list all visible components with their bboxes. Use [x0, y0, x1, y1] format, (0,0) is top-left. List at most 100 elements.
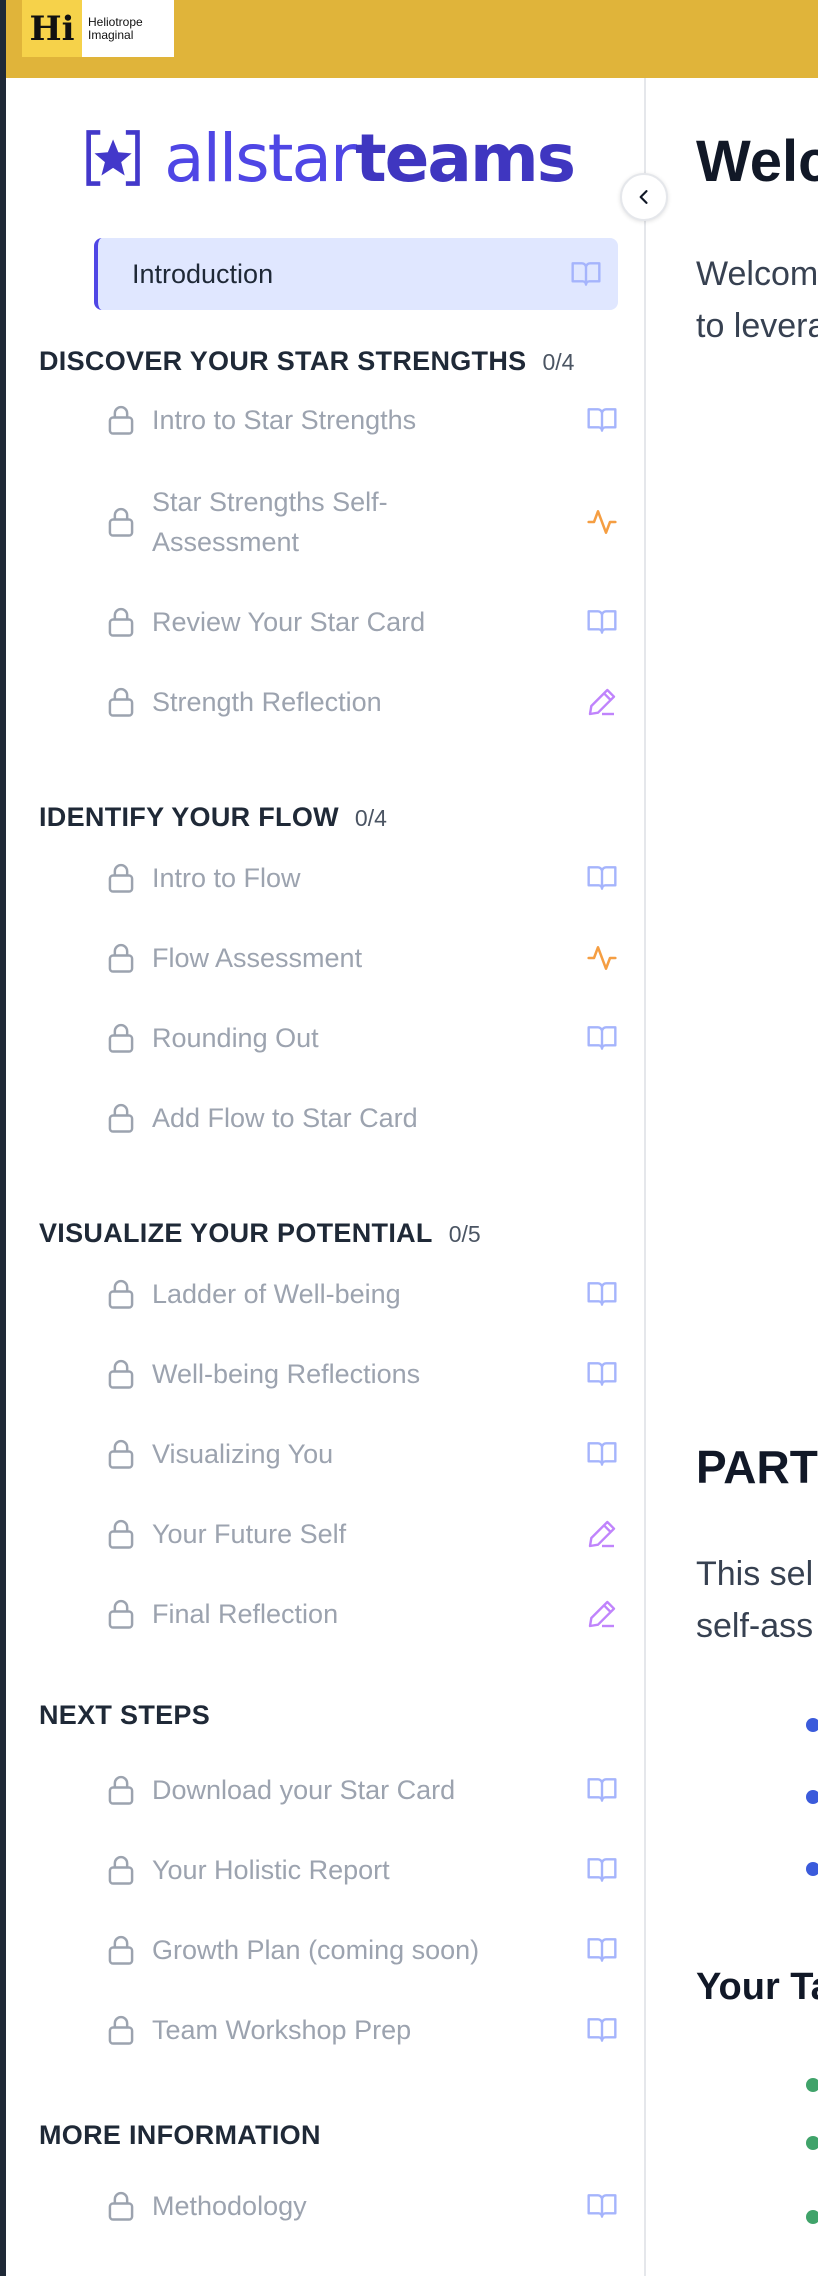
collapse-sidebar-button[interactable] — [620, 173, 668, 221]
book-icon — [587, 866, 617, 890]
sidebar-item-main: Growth Plan (coming soon) — [106, 1930, 479, 1970]
sidebar-item-your-holistic-report[interactable]: Your Holistic Report — [106, 1842, 618, 1898]
hi-logo-text: Heliotrope Imaginal — [82, 14, 143, 42]
lock-icon — [108, 1023, 134, 1053]
top-bar: Hi Heliotrope Imaginal — [6, 0, 818, 78]
sidebar-item-label: Download your Star Card — [152, 1775, 456, 1805]
sidebar-item-methodology[interactable]: Methodology — [106, 2178, 618, 2234]
sidebar-item-star-strengths-self-assessment[interactable]: Star Strengths Self- Assessment — [106, 478, 618, 566]
label-line-2: Assessment — [152, 527, 300, 557]
book-icon — [587, 1362, 617, 1386]
section-title: IDENTIFY YOUR FLOW — [39, 802, 339, 832]
brand-bold: teams — [355, 119, 576, 197]
allstarteams-logo: allstarteams — [84, 108, 576, 208]
section-heading: MORE INFORMATION — [39, 2120, 321, 2151]
sidebar-item-label: Team Workshop Prep — [152, 2015, 412, 2045]
hi-logo-line1: Heliotrope — [88, 14, 143, 29]
sidebar-item-label: Your Future Self — [152, 1519, 347, 1549]
pencil-icon — [588, 1600, 616, 1628]
section-title: VISUALIZE YOUR POTENTIAL — [39, 1218, 433, 1248]
sidebar-item-visualizing-you[interactable]: Visualizing You — [106, 1426, 618, 1482]
part-paragraph: This sel self-ass — [696, 1548, 813, 1652]
brand-light: allstar — [164, 119, 357, 197]
sidebar-item-main: Intro to Flow — [106, 858, 301, 898]
lock-icon — [108, 1775, 134, 1805]
sidebar-item-main: Intro to Star Strengths — [106, 400, 416, 440]
sidebar-item-review-your-star-card[interactable]: Review Your Star Card — [106, 594, 618, 650]
sidebar-item-rounding-out[interactable]: Rounding Out — [106, 1010, 618, 1066]
section-heading: NEXT STEPS — [39, 1700, 210, 1731]
hi-logo-line2: Imaginal — [88, 27, 134, 42]
section-heading: DISCOVER YOUR STAR STRENGTHS 0/4 — [39, 346, 574, 377]
sidebar-item-flow-assessment[interactable]: Flow Assessment — [106, 930, 618, 986]
pencil-icon — [588, 1520, 616, 1548]
sidebar-item-your-future-self[interactable]: Your Future Self — [106, 1506, 618, 1562]
label-line-1: Star Strengths Self- — [152, 487, 388, 517]
lock-icon — [108, 1103, 134, 1133]
task-bullet — [806, 2136, 818, 2150]
sidebar-item-label: Strength Reflection — [152, 687, 382, 717]
welcome-line-2: to levera — [696, 307, 818, 345]
sidebar-item-label: Ladder of Well-being — [152, 1279, 401, 1309]
sidebar-item-well-being-reflections[interactable]: Well-being Reflections — [106, 1346, 618, 1402]
lock-icon — [108, 1599, 134, 1629]
book-icon — [587, 1026, 617, 1050]
list-bullet — [806, 1862, 818, 1876]
sidebar-item-label: Final Reflection — [152, 1599, 339, 1629]
chevron-left-icon — [639, 190, 648, 204]
sidebar-item-main: Download your Star Card — [106, 1770, 455, 1810]
main-content: Welc Welcom to levera PART This sel self… — [648, 78, 818, 2276]
lock-icon — [108, 405, 134, 435]
lock-icon — [108, 607, 134, 637]
sidebar-item-label: Star Strengths Self- Assessment — [152, 482, 388, 562]
book-icon — [587, 1442, 617, 1466]
book-icon — [587, 610, 617, 634]
sidebar-item-main: Ladder of Well-being — [106, 1274, 401, 1314]
sidebar-item-label: Intro to Star Strengths — [152, 405, 417, 435]
welcome-line-1: Welcom — [696, 255, 818, 293]
sidebar-item-main: Star Strengths Self- Assessment — [106, 482, 388, 562]
section-heading: VISUALIZE YOUR POTENTIAL 0/5 — [39, 1218, 481, 1249]
book-icon — [587, 1282, 617, 1306]
sidebar-item-main: Your Holistic Report — [106, 1850, 390, 1890]
part-heading: PART — [696, 1441, 818, 1493]
sidebar-item-main: Final Reflection — [106, 1594, 338, 1634]
sidebar-item-ladder-of-well-being[interactable]: Ladder of Well-being — [106, 1266, 618, 1322]
sidebar-item-growth-plan-coming-soon[interactable]: Growth Plan (coming soon) — [106, 1922, 618, 1978]
book-icon — [587, 1858, 617, 1882]
sidebar-item-add-flow-to-star-card[interactable]: Add Flow to Star Card — [106, 1090, 618, 1146]
task-bullet — [806, 2078, 818, 2092]
sidebar-item-intro-to-star-strengths[interactable]: Intro to Star Strengths — [106, 392, 618, 448]
tasks-heading: Your Ta — [696, 1966, 818, 2008]
sidebar-item-team-workshop-prep[interactable]: Team Workshop Prep — [106, 2002, 618, 2058]
sidebar-item-main: Methodology — [106, 2186, 307, 2226]
section-progress-count: 0/5 — [448, 1221, 481, 1247]
sidebar-item-intro-to-flow[interactable]: Intro to Flow — [106, 850, 618, 906]
sidebar-item-label: Introduction — [132, 258, 274, 289]
pencil-icon — [588, 688, 616, 716]
task-bullet — [806, 2210, 818, 2224]
sidebar: allstarteams Introduction DISCOVER YOUR … — [6, 78, 646, 2276]
page-title: Welc — [696, 129, 818, 194]
sidebar-item-introduction[interactable]: Introduction — [94, 238, 618, 310]
lock-icon — [108, 687, 134, 717]
lock-icon — [108, 1439, 134, 1469]
sidebar-item-label: Your Holistic Report — [152, 1855, 390, 1885]
sidebar-item-final-reflection[interactable]: Final Reflection — [106, 1586, 618, 1642]
section-title: MORE INFORMATION — [39, 2120, 321, 2150]
sidebar-item-main: Team Workshop Prep — [106, 2010, 411, 2050]
sidebar-item-label: Review Your Star Card — [152, 607, 426, 637]
book-icon — [587, 2194, 617, 2218]
sidebar-item-label: Growth Plan (coming soon) — [152, 1935, 480, 1965]
sidebar-item-main: Review Your Star Card — [106, 602, 425, 642]
heliotrope-logo[interactable]: Hi Heliotrope Imaginal — [22, 0, 174, 57]
sidebar-item-download-your-star-card[interactable]: Download your Star Card — [106, 1762, 618, 1818]
sidebar-item-label: Rounding Out — [152, 1023, 319, 1053]
sidebar-item-label: Methodology — [152, 2191, 307, 2221]
lock-icon — [108, 863, 134, 893]
sidebar-item-strength-reflection[interactable]: Strength Reflection — [106, 674, 618, 730]
book-icon — [587, 408, 617, 432]
sidebar-item-main: Strength Reflection — [106, 682, 382, 722]
activity-icon — [587, 510, 617, 534]
sidebar-item-main: Visualizing You — [106, 1434, 333, 1474]
